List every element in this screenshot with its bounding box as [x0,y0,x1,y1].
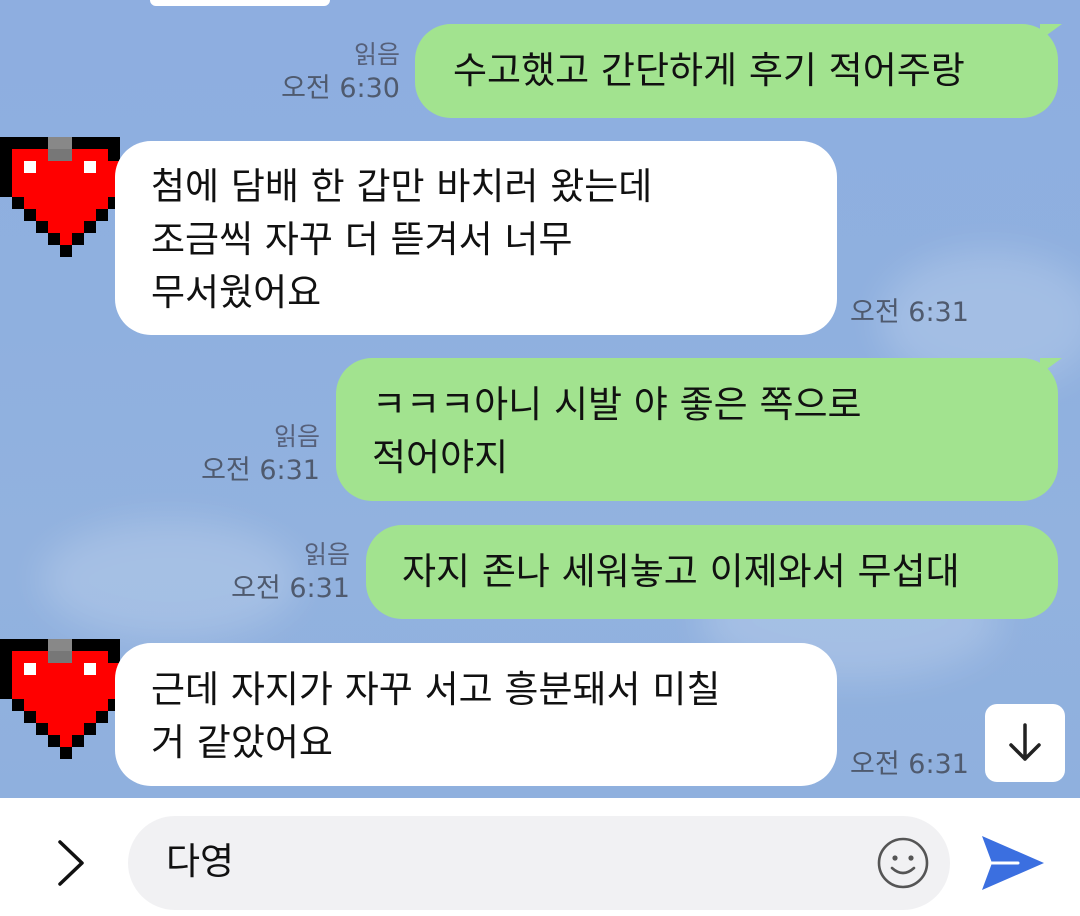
message-time: 오전 6:31 [231,573,350,604]
chevron-right-icon[interactable] [52,838,88,888]
read-receipt: 읽음 [273,422,320,451]
bubble-tail [1040,358,1062,374]
smiley-icon[interactable] [876,836,930,890]
message-bubble-outgoing[interactable]: 수고했고 간단하게 후기 적어주랑 [415,24,1058,118]
message-text-line: 근데 자지가 자꾸 서고 흥분돼서 미칠 [151,668,721,711]
message-text-line: 무서웠어요 [151,271,322,314]
send-arrow-icon[interactable] [978,832,1048,894]
previous-bubble-edge [150,0,330,6]
scroll-to-bottom-button[interactable] [985,704,1065,782]
message-input-value: 다영 [166,840,235,883]
read-receipt: 읽음 [353,40,400,69]
message-text: 수고했고 간단하게 후기 적어주랑 [453,49,965,92]
message-text-line: 조금씩 자꾸 더 뜯겨서 너무 [151,218,573,261]
message-input[interactable]: 다영 [128,816,950,910]
message-time: 오전 6:30 [281,73,400,104]
message-meta: 읽음 오전 6:31 [201,420,320,488]
message-text-line: 적어야지 [372,436,509,479]
message-text-line: 거 같았어요 [151,721,333,764]
message-time: 오전 6:31 [850,297,969,328]
message-text-line: 첨에 담배 한 갑만 바치러 왔는데 [151,165,653,208]
message-time: 오전 6:31 [201,455,320,486]
message-text-line: ㅋㅋㅋ아니 시발 야 좋은 쪽으로 [372,383,862,426]
message-meta: 읽음 오전 6:30 [281,38,400,106]
message-bubble-incoming[interactable]: 첨에 담배 한 갑만 바치러 왔는데 조금씩 자꾸 더 뜯겨서 너무 무서웠어요 [115,141,837,335]
read-receipt: 읽음 [303,540,350,569]
message-bubble-outgoing[interactable]: 자지 존나 세워놓고 이제와서 무섭대 [366,525,1058,619]
message-time: 오전 6:31 [850,749,969,780]
pixel-heart-icon[interactable] [0,636,132,762]
chat-area[interactable]: 읽음 오전 6:30 수고했고 간단하게 후기 적어주랑 첨에 담배 한 갑만 … [0,0,1080,798]
pixel-heart-icon[interactable] [0,134,132,260]
message-text: 자지 존나 세워놓고 이제와서 무섭대 [402,550,960,593]
message-bubble-incoming[interactable]: 근데 자지가 자꾸 서고 흥분돼서 미칠 거 같았어요 [115,643,837,786]
bubble-tail [1040,24,1062,40]
arrow-down-icon [1009,723,1041,761]
message-meta: 읽음 오전 6:31 [231,538,350,606]
message-bubble-outgoing[interactable]: ㅋㅋㅋ아니 시발 야 좋은 쪽으로 적어야지 [336,358,1058,501]
